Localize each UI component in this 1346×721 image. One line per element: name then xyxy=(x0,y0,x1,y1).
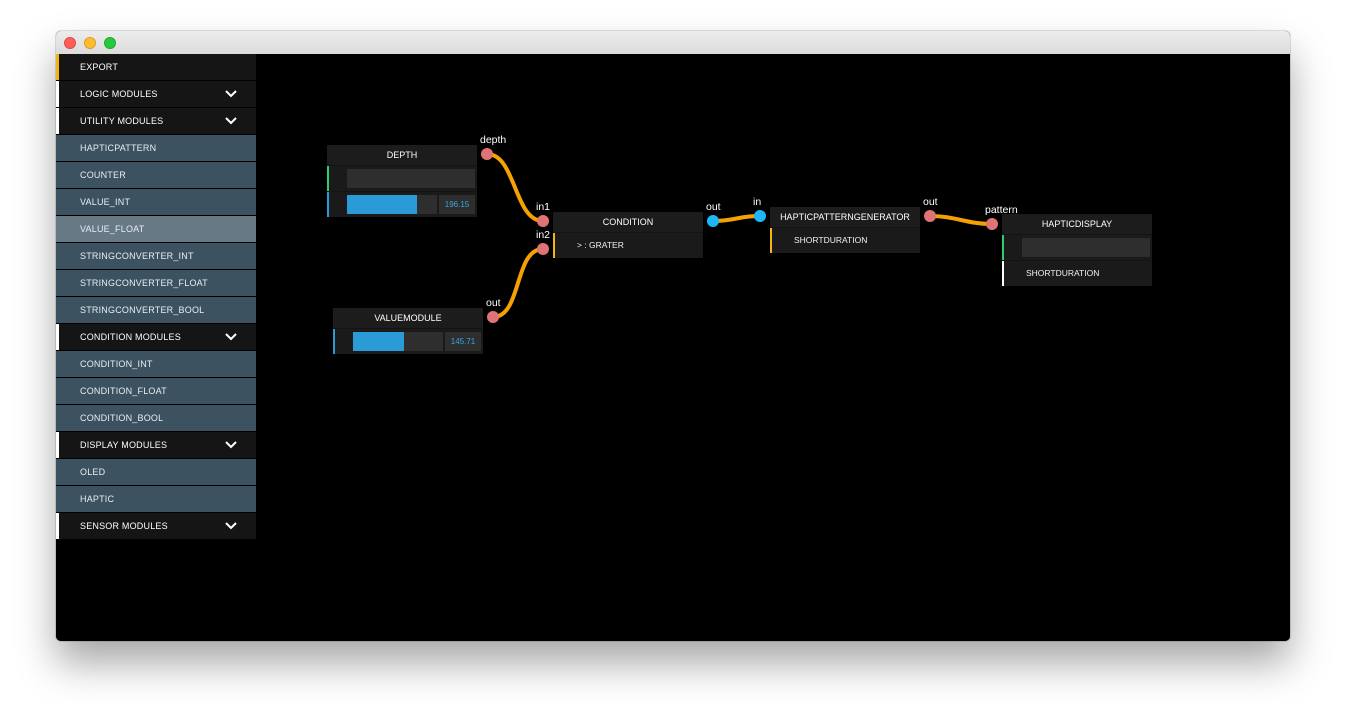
wire-condition-to-generator[interactable] xyxy=(711,214,762,223)
chevron-down-icon[interactable] xyxy=(224,521,238,531)
sidebar-item-label: OLED xyxy=(80,467,106,477)
title-bar xyxy=(56,31,1290,55)
sidebar-item-stringconverter-float[interactable]: STRINGCONVERTER_FLOAT xyxy=(56,270,256,296)
sidebar-item-label: EXPORT xyxy=(80,62,119,72)
sidebar-item-label: HAPTICPATTERN xyxy=(80,143,157,153)
condition-output-port[interactable] xyxy=(707,215,719,227)
sidebar-item-display-modules[interactable]: DISPLAY MODULES xyxy=(56,432,256,458)
module-sidebar: EXPORT LOGIC MODULES UTILITY MODULES HAPTIC… xyxy=(56,54,256,540)
sidebar-item-value-float[interactable]: VALUE_FLOAT xyxy=(56,216,256,242)
sidebar-item-export[interactable]: EXPORT xyxy=(56,54,256,80)
sidebar-item-label: VALUE_FLOAT xyxy=(80,224,145,234)
sidebar-item-haptic[interactable]: HAPTIC xyxy=(56,486,256,512)
sidebar-item-condition-float[interactable]: CONDITION_FLOAT xyxy=(56,378,256,404)
valuemodule-slider[interactable] xyxy=(353,332,443,351)
valuemodule-value[interactable]: 145.71 xyxy=(445,332,481,351)
chevron-down-icon[interactable] xyxy=(224,116,238,126)
depth-slider-fill xyxy=(347,195,418,214)
valuemodule-slider-fill xyxy=(353,332,405,351)
haptic-pattern-generator-pattern: SHORTDURATION xyxy=(794,235,868,245)
maximize-window-button[interactable] xyxy=(104,37,116,49)
sidebar-item-sensor-modules[interactable]: SENSOR MODULES xyxy=(56,513,256,539)
sidebar-item-label: STRINGCONVERTER_FLOAT xyxy=(80,278,208,288)
sidebar-item-label: LOGIC MODULES xyxy=(80,89,158,99)
sidebar-item-hapticpattern[interactable]: HAPTICPATTERN xyxy=(56,135,256,161)
wire-generator-to-display[interactable] xyxy=(928,214,994,226)
haptic-pattern-generator-row[interactable]: SHORTDURATION xyxy=(770,228,920,253)
condition-operator-row[interactable]: > : GRATER xyxy=(553,233,703,258)
sidebar-item-label: UTILITY MODULES xyxy=(80,116,164,126)
depth-port-label: depth xyxy=(480,134,507,146)
chevron-down-icon[interactable] xyxy=(224,89,238,99)
valuemodule-module[interactable]: VALUEMODULE 145.71 xyxy=(333,308,483,354)
chevron-down-icon[interactable] xyxy=(224,440,238,450)
haptic-pattern-generator-title: HAPTICPATTERNGENERATOR xyxy=(770,207,920,227)
minimize-window-button[interactable] xyxy=(84,37,96,49)
sidebar-item-label: HAPTIC xyxy=(80,494,115,504)
depth-display-field xyxy=(347,169,475,188)
sidebar-item-utility-modules[interactable]: UTILITY MODULES xyxy=(56,108,256,134)
haptic-display-pattern-row[interactable]: SHORTDURATION xyxy=(1002,261,1152,286)
condition-out-label: out xyxy=(706,201,721,213)
haptic-display-field-row xyxy=(1002,235,1152,260)
valuemodule-output-port[interactable] xyxy=(487,311,499,323)
depth-output-port[interactable] xyxy=(481,148,493,160)
sidebar-item-label: CONDITION_INT xyxy=(80,359,153,369)
haptic-display-title: HAPTICDISPLAY xyxy=(1002,214,1152,234)
haptic-display-field xyxy=(1022,238,1150,257)
condition-operator-label: > : GRATER xyxy=(577,240,624,250)
sidebar-item-counter[interactable]: COUNTER xyxy=(56,162,256,188)
app-window: EXPORT LOGIC MODULES UTILITY MODULES HAPTIC… xyxy=(56,31,1290,641)
haptic-pattern-generator-output-port[interactable] xyxy=(924,210,936,222)
valuemodule-slider-row: 145.71 xyxy=(333,329,483,354)
condition-in1-port[interactable] xyxy=(537,215,549,227)
sidebar-item-label: STRINGCONVERTER_INT xyxy=(80,251,194,261)
haptic-display-pattern-label: pattern xyxy=(985,204,1018,216)
haptic-pattern-generator-module[interactable]: HAPTICPATTERNGENERATOR SHORTDURATION xyxy=(770,207,920,253)
sidebar-item-logic-modules[interactable]: LOGIC MODULES xyxy=(56,81,256,107)
close-window-button[interactable] xyxy=(64,37,76,49)
depth-value[interactable]: 196.15 xyxy=(439,195,475,214)
condition-in2-label: in2 xyxy=(536,229,551,241)
condition-in1-label: in1 xyxy=(536,201,551,213)
haptic-display-module[interactable]: HAPTICDISPLAY SHORTDURATION xyxy=(1002,214,1152,286)
sidebar-item-label: COUNTER xyxy=(80,170,126,180)
depth-module-title: DEPTH xyxy=(327,145,477,165)
haptic-pattern-generator-out-label: out xyxy=(923,196,938,208)
depth-module-display-row xyxy=(327,166,477,191)
sidebar-item-condition-int[interactable]: CONDITION_INT xyxy=(56,351,256,377)
sidebar-item-label: DISPLAY MODULES xyxy=(80,440,168,450)
sidebar-item-label: CONDITION_BOOL xyxy=(80,413,164,423)
depth-slider[interactable] xyxy=(347,195,437,214)
sidebar-item-stringconverter-int[interactable]: STRINGCONVERTER_INT xyxy=(56,243,256,269)
depth-module[interactable]: DEPTH 196.15 xyxy=(327,145,477,217)
chevron-down-icon[interactable] xyxy=(224,332,238,342)
sidebar-item-condition-modules[interactable]: CONDITION MODULES xyxy=(56,324,256,350)
sidebar-item-label: CONDITION MODULES xyxy=(80,332,181,342)
haptic-pattern-generator-in-label: in xyxy=(753,196,762,208)
condition-title: CONDITION xyxy=(553,212,703,232)
condition-module[interactable]: CONDITION > : GRATER xyxy=(553,212,703,258)
sidebar-item-condition-bool[interactable]: CONDITION_BOOL xyxy=(56,405,256,431)
haptic-display-input-port[interactable] xyxy=(986,218,998,230)
sidebar-item-stringconverter-bool[interactable]: STRINGCONVERTER_BOOL xyxy=(56,297,256,323)
valuemodule-title: VALUEMODULE xyxy=(333,308,483,328)
sidebar-item-label: VALUE_INT xyxy=(80,197,131,207)
haptic-pattern-generator-input-port[interactable] xyxy=(754,210,766,222)
sidebar-item-label: SENSOR MODULES xyxy=(80,521,168,531)
node-editor-canvas[interactable]: EXPORT LOGIC MODULES UTILITY MODULES HAPTIC… xyxy=(56,54,1290,641)
condition-in2-port[interactable] xyxy=(537,243,549,255)
depth-module-slider-row: 196.15 xyxy=(327,192,477,217)
haptic-display-pattern: SHORTDURATION xyxy=(1026,268,1100,278)
sidebar-item-value-int[interactable]: VALUE_INT xyxy=(56,189,256,215)
valuemodule-port-label: out xyxy=(486,297,501,309)
sidebar-item-label: STRINGCONVERTER_BOOL xyxy=(80,305,205,315)
sidebar-item-label: CONDITION_FLOAT xyxy=(80,386,167,396)
sidebar-item-oled[interactable]: OLED xyxy=(56,459,256,485)
wire-depth-to-in1[interactable] xyxy=(485,152,545,223)
